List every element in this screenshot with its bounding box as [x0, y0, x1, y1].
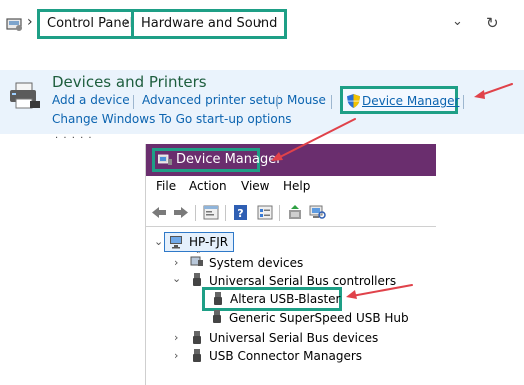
- printer-icon: [10, 82, 40, 109]
- toolbar-separator: [195, 205, 196, 221]
- menu-file[interactable]: File: [156, 179, 176, 193]
- address-bar: › Control Panel › Hardware and Sound › ⌄…: [0, 0, 524, 50]
- panel-title[interactable]: Devices and Printers: [52, 73, 207, 91]
- title-highlight: Device Manager: [152, 148, 282, 172]
- view-details-icon[interactable]: [256, 204, 274, 221]
- tree-root-label: HP-FJR: [189, 235, 229, 249]
- breadcrumb-separator-icon: ›: [257, 14, 263, 30]
- breadcrumb-separator-icon: ›: [124, 14, 130, 30]
- uac-shield-icon: [347, 94, 360, 108]
- add-a-device-link[interactable]: Add a device: [52, 93, 130, 107]
- usb-devices-icon: [193, 331, 201, 344]
- breadcrumb-hardware-and-sound[interactable]: Hardware and Sound: [131, 9, 288, 39]
- device-manager-link-highlight[interactable]: Device Manager: [340, 86, 459, 114]
- altera-usb-blaster-highlight[interactable]: Altera USB-Blaster: [202, 287, 342, 311]
- system-devices-icon: [190, 256, 203, 266]
- properties-icon[interactable]: [202, 204, 220, 221]
- update-driver-icon[interactable]: [286, 204, 304, 221]
- menu-help[interactable]: Help: [283, 179, 310, 193]
- device-manager-icon: [158, 154, 172, 165]
- link-divider: [133, 95, 134, 109]
- usb-connector-icon: [193, 349, 201, 362]
- mouse-link[interactable]: Mouse: [287, 93, 326, 107]
- expand-chevron-icon[interactable]: ›: [174, 331, 178, 344]
- link-divider: [277, 95, 278, 109]
- expand-chevron-icon[interactable]: ›: [174, 349, 178, 362]
- menu-action[interactable]: Action: [189, 179, 227, 193]
- expand-chevron-icon[interactable]: ›: [174, 256, 178, 269]
- breadcrumb-separator-icon: ›: [27, 14, 33, 30]
- computer-icon: [170, 236, 182, 249]
- device-manager-link[interactable]: Device Manager: [362, 94, 459, 108]
- tree-item-altera-usb-blaster[interactable]: Altera USB-Blaster: [230, 292, 340, 306]
- menu-view[interactable]: View: [241, 179, 269, 193]
- tree-item-usb-devices[interactable]: Universal Serial Bus devices: [209, 331, 378, 345]
- collapse-chevron-icon[interactable]: ⌄: [154, 235, 163, 248]
- usb-device-icon: [214, 292, 222, 305]
- window-title: Device Manager: [176, 152, 282, 167]
- help-icon[interactable]: ?: [232, 204, 250, 221]
- devices-and-printers-panel: Devices and Printers Add a device Advanc…: [0, 70, 524, 134]
- usb-hub-icon: [213, 310, 221, 323]
- refresh-icon[interactable]: ↻: [486, 14, 499, 32]
- svg-text:?: ?: [237, 207, 243, 220]
- control-panel-icon: [6, 18, 22, 31]
- tree-item-usb-controllers[interactable]: Universal Serial Bus controllers: [209, 274, 396, 288]
- tree-item-generic-usb-hub[interactable]: Generic SuperSpeed USB Hub: [229, 311, 409, 325]
- advanced-printer-setup-link[interactable]: Advanced printer setup: [142, 93, 283, 107]
- tree-item-system-devices[interactable]: System devices: [209, 256, 303, 270]
- toolbar-separator: [279, 205, 280, 221]
- chevron-down-icon[interactable]: ⌄: [452, 14, 463, 29]
- forward-arrow-icon[interactable]: [172, 204, 190, 221]
- change-windows-to-go-link[interactable]: Change Windows To Go start-up options: [52, 112, 292, 126]
- back-arrow-icon[interactable]: [150, 204, 168, 221]
- link-divider: [331, 95, 332, 109]
- scan-hardware-icon[interactable]: [309, 204, 327, 221]
- collapse-chevron-icon[interactable]: ⌄: [172, 272, 181, 285]
- tree-root-selected[interactable]: HP-FJR: [164, 232, 234, 252]
- toolbar: ?: [146, 200, 436, 227]
- title-bar[interactable]: Device Manager: [146, 144, 436, 176]
- usb-controller-icon: [193, 273, 201, 286]
- toolbar-separator: [225, 205, 226, 221]
- link-divider: [463, 95, 464, 109]
- tree-item-usb-connector-managers[interactable]: USB Connector Managers: [209, 349, 362, 363]
- device-manager-window: Device Manager File Action View Help ? ⌄…: [146, 144, 436, 385]
- menu-bar: File Action View Help: [146, 176, 436, 198]
- obscured-text: · · · · ·: [55, 133, 93, 144]
